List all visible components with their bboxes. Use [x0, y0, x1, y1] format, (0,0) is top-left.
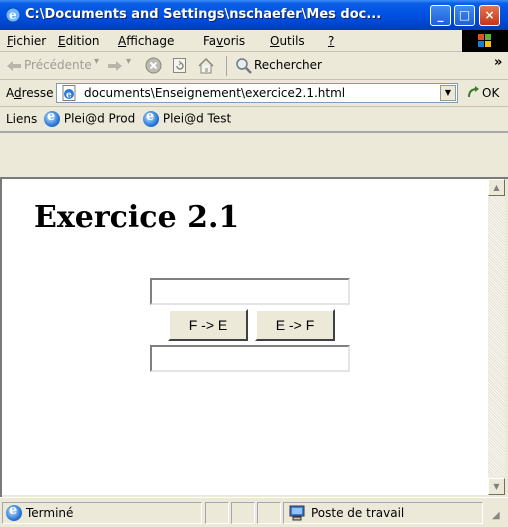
menu-favoris[interactable]: Favoris [203, 34, 245, 48]
windows-logo-icon [462, 30, 508, 52]
scroll-down-icon[interactable]: ▼ [488, 478, 505, 495]
page-icon: e [61, 85, 79, 104]
vertical-scrollbar[interactable]: ▲ ▼ [488, 179, 505, 495]
toolbar-overflow-chevron[interactable]: » [494, 55, 502, 70]
address-input[interactable]: e documents\Enseignement\exercice2.1.htm… [56, 83, 458, 103]
menu-bar: Fichier Edition Affichage Favoris Outils… [0, 30, 508, 52]
address-value: documents\Enseignement\exercice2.1.html [84, 86, 346, 100]
link-pleiad-test[interactable]: Plei@d Test [143, 109, 231, 127]
status-bar: Terminé Poste de travail ◢ [0, 497, 508, 527]
links-label: Liens [6, 112, 38, 126]
status-pane [231, 502, 255, 524]
home-icon[interactable] [197, 57, 215, 77]
forward-arrow-icon[interactable] [107, 59, 123, 76]
go-arrow-icon[interactable] [466, 84, 482, 103]
ie-link-icon [44, 109, 60, 127]
back-dropdown-icon[interactable]: ▾ [94, 56, 99, 67]
zone-text: Poste de travail [311, 506, 405, 520]
link-pleiad-prod[interactable]: Plei@d Prod [44, 109, 135, 127]
address-dropdown-icon[interactable]: ▼ [440, 85, 456, 101]
status-pane [257, 502, 281, 524]
maximize-button[interactable]: □ [454, 5, 475, 26]
menu-affichage[interactable]: Affichage [118, 34, 174, 48]
menu-edition[interactable]: Edition [58, 34, 100, 48]
ie-logo-icon: e [5, 7, 21, 23]
go-button[interactable]: OK [482, 86, 499, 100]
scroll-up-icon[interactable]: ▲ [488, 179, 505, 196]
page-heading: Exercice 2.1 [34, 200, 240, 235]
back-button[interactable]: Précédente [24, 58, 92, 72]
menu-outils[interactable]: Outils [270, 34, 305, 48]
address-label: Adresse [6, 86, 54, 100]
f-to-e-button[interactable]: F -> E [168, 309, 248, 341]
menu-help[interactable]: ? [328, 34, 334, 48]
ie-status-icon [6, 503, 22, 521]
chrome-gap [0, 133, 508, 177]
text-input-top[interactable] [150, 278, 350, 305]
minimize-button[interactable]: _ [430, 5, 451, 26]
status-pane-zone: Poste de travail [283, 502, 483, 524]
e-to-f-button[interactable]: E -> F [255, 309, 335, 341]
refresh-icon[interactable] [172, 57, 188, 77]
stop-icon[interactable] [145, 57, 162, 77]
address-bar: Adresse e documents\Enseignement\exercic… [0, 80, 508, 107]
search-icon[interactable] [235, 57, 253, 78]
computer-icon [288, 505, 306, 524]
status-text: Terminé [26, 506, 74, 520]
menu-fichier[interactable]: Fichier [7, 34, 46, 48]
search-button[interactable]: Rechercher [254, 58, 322, 72]
toolbar-separator [226, 56, 227, 76]
svg-text:e: e [66, 91, 72, 101]
title-bar[interactable]: e C:\Documents and Settings\nschaefer\Me… [0, 0, 508, 30]
window-title: C:\Documents and Settings\nschaefer\Mes … [25, 7, 382, 22]
ie-link-icon [143, 109, 159, 127]
close-button[interactable]: × [479, 5, 500, 26]
back-arrow-icon[interactable] [6, 59, 22, 76]
text-input-bottom[interactable] [150, 345, 350, 372]
status-pane [205, 502, 229, 524]
links-bar: Liens Plei@d Prod Plei@d Test [0, 107, 508, 133]
svg-text:e: e [9, 8, 17, 22]
forward-dropdown-icon[interactable]: ▾ [126, 56, 131, 67]
resize-grip-icon[interactable]: ◢ [492, 510, 500, 521]
status-pane-main: Terminé [2, 502, 202, 524]
toolbar: Précédente ▾ ▾ Rechercher » [0, 52, 508, 80]
